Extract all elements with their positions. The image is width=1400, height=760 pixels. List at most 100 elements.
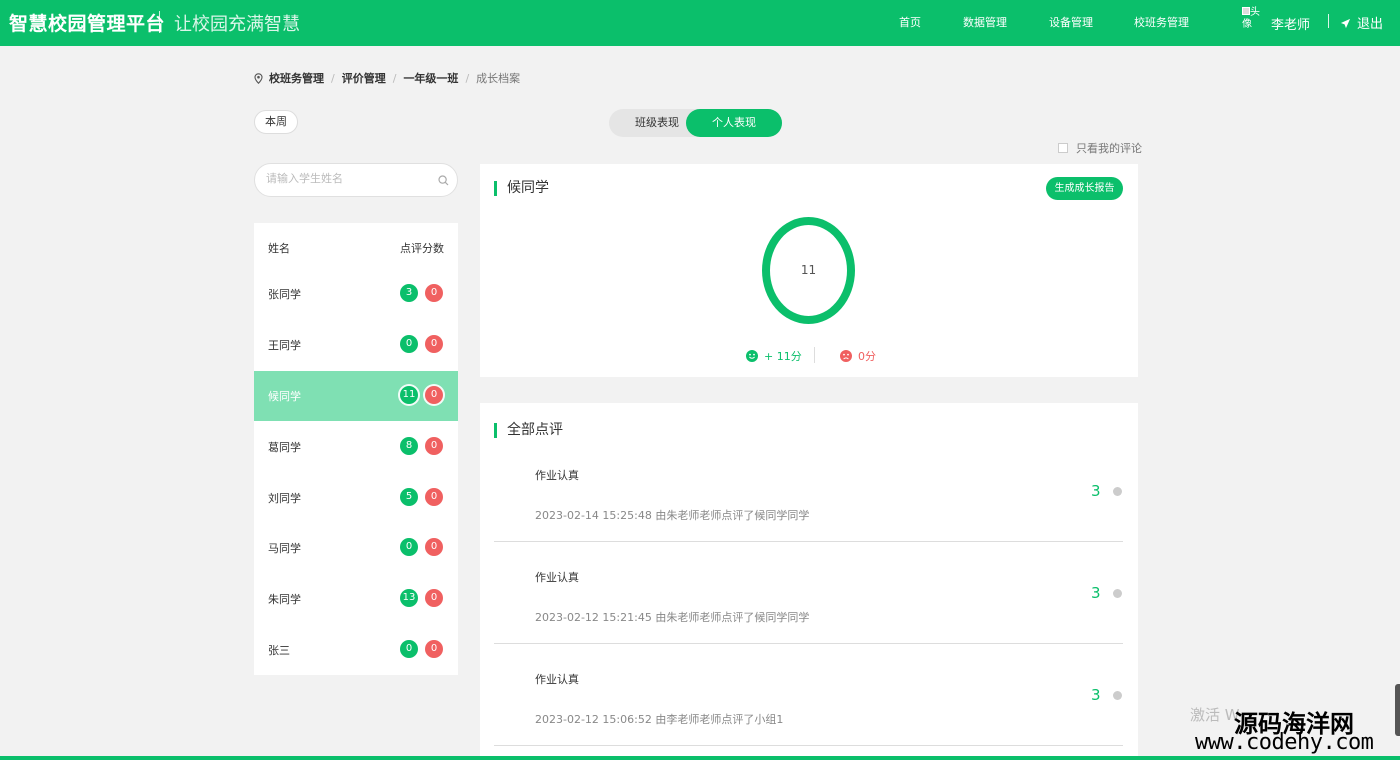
frown-icon (840, 350, 852, 362)
positive-score-badge: 0 (400, 335, 418, 353)
week-filter-button[interactable]: 本周 (254, 110, 298, 134)
positive-score-badge: 3 (400, 284, 418, 302)
broken-image-icon (1242, 7, 1250, 15)
header-divider (1328, 14, 1329, 28)
comments-title: 全部点评 (494, 423, 563, 438)
student-name: 候同学 (268, 390, 301, 403)
breadcrumb: 校班务管理 / 评价管理 / 一年级一班 / 成长档案 (254, 70, 520, 86)
student-name: 刘同学 (268, 492, 301, 505)
positive-score-badge: 0 (400, 538, 418, 556)
negative-score-badge: 0 (425, 589, 443, 607)
comment-score: 3 (1091, 584, 1101, 602)
negative-score-badge: 0 (425, 335, 443, 353)
comment-menu-dot[interactable] (1113, 691, 1122, 700)
negative-score-badge: 0 (425, 386, 443, 404)
negative-score-badge: 0 (425, 284, 443, 302)
negative-score-badge: 0 (425, 640, 443, 658)
search-icon[interactable] (438, 175, 449, 186)
negative-score-label: 0分 (858, 350, 876, 363)
comment-meta: 2023-02-12 15:06:52 由李老师老师点评了小组1 (535, 713, 784, 726)
breadcrumb-class-affairs[interactable]: 校班务管理 (269, 70, 324, 86)
student-name: 马同学 (268, 542, 301, 555)
student-name: 葛同学 (268, 441, 301, 454)
logout-button[interactable]: 退出 (1340, 13, 1383, 32)
student-row[interactable]: 张三 0 0 (254, 625, 458, 675)
nav-device-management[interactable]: 设备管理 (1049, 14, 1093, 30)
student-row[interactable]: 葛同学 8 0 (254, 422, 458, 472)
student-row[interactable]: 王同学 0 0 (254, 320, 458, 370)
nav-class-affairs[interactable]: 校班务管理 (1134, 14, 1189, 30)
positive-score-badge: 11 (400, 386, 418, 404)
student-search (254, 163, 458, 197)
top-header: 智慧校园管理平台 让校园充满智慧 首页 数据管理 设备管理 校班务管理 头像 李… (0, 0, 1400, 46)
windows-activation-text: 激活 W (1190, 706, 1240, 724)
comment-score: 3 (1091, 686, 1101, 704)
search-input[interactable] (266, 172, 436, 185)
location-pin-icon (254, 72, 263, 84)
comment-menu-dot[interactable] (1113, 589, 1122, 598)
positive-score-badge: 5 (400, 488, 418, 506)
student-row[interactable]: 马同学 0 0 (254, 523, 458, 573)
negative-score-badge: 0 (425, 538, 443, 556)
avatar[interactable]: 头像 (1242, 7, 1262, 39)
logout-label: 退出 (1357, 17, 1384, 32)
watermark-url: www.codehy.com (1195, 730, 1374, 755)
student-row[interactable]: 朱同学 13 0 (254, 574, 458, 624)
comment-meta: 2023-02-12 15:21:45 由朱老师老师点评了候同学同学 (535, 611, 810, 624)
list-header: 姓名 点评分数 (254, 223, 458, 269)
score-ring: 11 (762, 217, 855, 324)
breadcrumb-evaluation[interactable]: 评价管理 (342, 70, 386, 86)
breadcrumb-class[interactable]: 一年级一班 (403, 70, 458, 86)
breadcrumb-separator: / (465, 71, 470, 85)
comment-title: 作业认真 (535, 673, 579, 686)
all-comments-card: 全部点评 作业认真 2023-02-14 15:25:48 由朱老师老师点评了候… (480, 403, 1138, 760)
comment-score: 3 (1091, 482, 1101, 500)
positive-score-summary: + 11分 (746, 348, 802, 364)
positive-score-label: + 11分 (764, 350, 802, 363)
student-profile-card: 候同学 生成成长报告 11 + 11分 0分 (480, 164, 1138, 377)
app-slogan: 让校园充满智慧 (174, 14, 300, 35)
comment-menu-dot[interactable] (1113, 487, 1122, 496)
user-name[interactable]: 李老师 (1271, 14, 1310, 33)
comment-meta: 2023-02-14 15:25:48 由朱老师老师点评了候同学同学 (535, 509, 810, 522)
comment-title: 作业认真 (535, 469, 579, 482)
side-edge-tab[interactable] (1395, 684, 1400, 736)
positive-score-badge: 8 (400, 437, 418, 455)
comment-item: 作业认真 2023-02-14 15:25:48 由朱老师老师点评了候同学同学 … (494, 440, 1123, 542)
comment-item: 作业认真 2023-02-12 15:21:45 由朱老师老师点评了候同学同学 … (494, 542, 1123, 644)
negative-score-badge: 0 (425, 437, 443, 455)
student-name: 朱同学 (268, 593, 301, 606)
tab-personal-performance[interactable]: 个人表现 (686, 109, 782, 137)
generate-report-button[interactable]: 生成成长报告 (1046, 177, 1123, 200)
nav-home[interactable]: 首页 (899, 14, 921, 30)
only-mine-label: 只看我的评论 (1076, 142, 1142, 155)
score-summary: + 11分 0分 (480, 347, 1138, 364)
nav-data-management[interactable]: 数据管理 (963, 14, 1007, 30)
student-name: 张三 (268, 644, 290, 657)
column-header-name: 姓名 (268, 242, 290, 255)
only-mine-checkbox[interactable]: 只看我的评论 (1058, 140, 1142, 156)
student-list: 姓名 点评分数 张同学 3 0 王同学 0 0 候同学 11 0 葛同学 8 0… (254, 223, 458, 675)
breadcrumb-separator: / (331, 71, 335, 85)
student-row-selected[interactable]: 候同学 11 0 (254, 371, 458, 421)
view-toggle: 班级表现 个人表现 (609, 109, 782, 137)
column-header-score: 点评分数 (400, 242, 444, 255)
negative-score-badge: 0 (425, 488, 443, 506)
negative-score-summary: 0分 (840, 348, 876, 364)
student-name: 王同学 (268, 339, 301, 352)
student-name-title: 候同学 (494, 181, 549, 196)
smile-icon (746, 350, 758, 362)
checkbox-box[interactable] (1058, 143, 1068, 153)
student-row[interactable]: 刘同学 5 0 (254, 473, 458, 523)
positive-score-badge: 0 (400, 640, 418, 658)
student-name: 张同学 (268, 288, 301, 301)
logo-divider (159, 11, 160, 33)
send-icon (1340, 18, 1351, 29)
total-score: 11 (800, 263, 817, 277)
stats-divider (814, 347, 815, 363)
bottom-accent-bar (0, 756, 1400, 760)
student-row[interactable]: 张同学 3 0 (254, 269, 458, 319)
app-logo[interactable]: 智慧校园管理平台 (9, 9, 165, 36)
positive-score-badge: 13 (400, 589, 418, 607)
comment-item: 作业认真 2023-02-12 15:06:52 由李老师老师点评了小组1 3 (494, 644, 1123, 746)
